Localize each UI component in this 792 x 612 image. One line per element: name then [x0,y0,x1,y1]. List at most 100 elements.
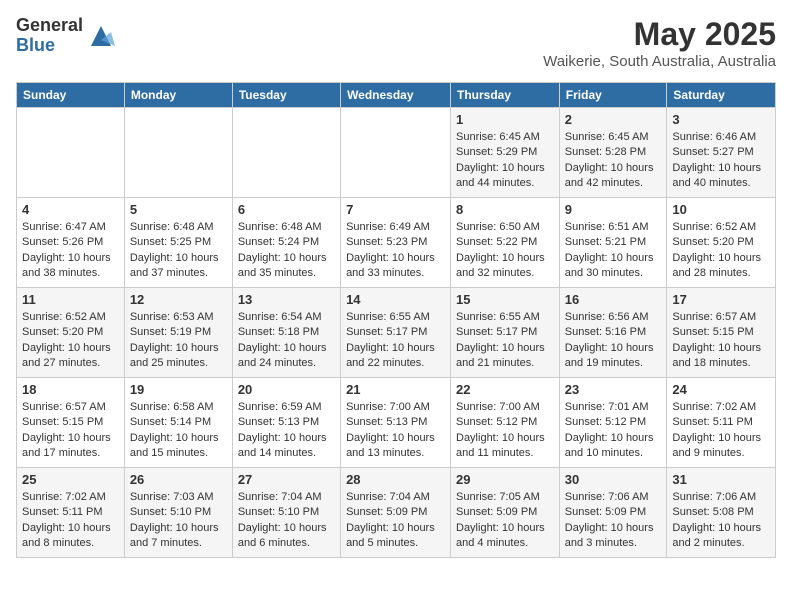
day-number: 1 [456,112,554,127]
day-info: Sunrise: 6:59 AMSunset: 5:13 PMDaylight:… [238,400,335,462]
day-cell: 5 Sunrise: 6:48 AMSunset: 5:25 PMDaylight… [124,198,232,288]
day-cell: 8 Sunrise: 6:50 AMSunset: 5:22 PMDaylight… [451,198,560,288]
day-info: Sunrise: 6:49 AMSunset: 5:23 PMDaylight:… [346,220,445,282]
day-number: 10 [672,202,770,217]
day-info: Sunrise: 7:02 AMSunset: 5:11 PMDaylight:… [672,400,770,462]
page-header: General Blue May 2025 Waikerie, South Au… [16,16,776,70]
day-number: 16 [565,292,662,307]
day-info: Sunrise: 6:48 AMSunset: 5:24 PMDaylight:… [238,220,335,282]
day-number: 22 [456,382,554,397]
day-cell: 26 Sunrise: 7:03 AMSunset: 5:10 PMDayligh… [124,468,232,558]
day-cell: 23Sunrise: 7:01 AMSunset: 5:12 PMDayligh… [559,378,667,468]
day-number: 27 [238,472,335,487]
week-row-3: 11 Sunrise: 6:52 AMSunset: 5:20 PMDayligh… [17,288,776,378]
day-cell: 9 Sunrise: 6:51 AMSunset: 5:21 PMDaylight… [559,198,667,288]
day-number: 24 [672,382,770,397]
day-cell: 19 Sunrise: 6:58 AMSunset: 5:14 PMDayligh… [124,378,232,468]
title-area: May 2025 Waikerie, South Australia, Aust… [543,16,776,70]
day-info: Sunrise: 7:02 AMSunset: 5:11 PMDaylight:… [22,490,119,552]
day-info: Sunrise: 7:05 AMSunset: 5:09 PMDaylight:… [456,490,554,552]
day-number: 21 [346,382,445,397]
day-cell: 2Sunrise: 6:45 AMSunset: 5:28 PMDaylight… [559,108,667,198]
day-info: Sunrise: 6:55 AMSunset: 5:17 PMDaylight:… [346,310,445,372]
logo-blue-text: Blue [16,36,83,56]
day-info: Sunrise: 7:06 AMSunset: 5:08 PMDaylight:… [672,490,770,552]
header-wednesday: Wednesday [341,83,451,108]
week-row-2: 4 Sunrise: 6:47 AMSunset: 5:26 PMDaylight… [17,198,776,288]
day-number: 6 [238,202,335,217]
day-info: Sunrise: 6:57 AMSunset: 5:15 PMDaylight:… [22,400,119,462]
week-row-1: 1 Sunrise: 6:45 AMSunset: 5:29 PMDaylight… [17,108,776,198]
day-number: 29 [456,472,554,487]
day-cell: 7Sunrise: 6:49 AMSunset: 5:23 PMDaylight… [341,198,451,288]
day-number: 26 [130,472,227,487]
day-info: Sunrise: 7:00 AMSunset: 5:13 PMDaylight:… [346,400,445,462]
day-info: Sunrise: 6:46 AMSunset: 5:27 PMDaylight:… [672,130,770,192]
day-number: 9 [565,202,662,217]
day-number: 19 [130,382,227,397]
day-cell: 21 Sunrise: 7:00 AMSunset: 5:13 PMDayligh… [341,378,451,468]
day-info: Sunrise: 6:58 AMSunset: 5:14 PMDaylight:… [130,400,227,462]
day-cell: 6 Sunrise: 6:48 AMSunset: 5:24 PMDaylight… [232,198,340,288]
day-info: Sunrise: 6:56 AMSunset: 5:16 PMDaylight:… [565,310,662,372]
day-number: 23 [565,382,662,397]
day-cell: 24 Sunrise: 7:02 AMSunset: 5:11 PMDayligh… [667,378,776,468]
week-row-5: 25 Sunrise: 7:02 AMSunset: 5:11 PMDayligh… [17,468,776,558]
day-cell: 14 Sunrise: 6:55 AMSunset: 5:17 PMDayligh… [341,288,451,378]
day-info: Sunrise: 6:52 AMSunset: 5:20 PMDaylight:… [672,220,770,282]
day-info: Sunrise: 6:51 AMSunset: 5:21 PMDaylight:… [565,220,662,282]
day-cell [232,108,340,198]
day-cell [341,108,451,198]
day-info: Sunrise: 6:45 AMSunset: 5:29 PMDaylight:… [456,130,554,192]
day-cell: 16 Sunrise: 6:56 AMSunset: 5:16 PMDayligh… [559,288,667,378]
day-cell: 31 Sunrise: 7:06 AMSunset: 5:08 PMDayligh… [667,468,776,558]
header-sunday: Sunday [17,83,125,108]
day-number: 25 [22,472,119,487]
day-number: 8 [456,202,554,217]
day-info: Sunrise: 6:50 AMSunset: 5:22 PMDaylight:… [456,220,554,282]
day-info: Sunrise: 6:57 AMSunset: 5:15 PMDaylight:… [672,310,770,372]
day-number: 4 [22,202,119,217]
day-cell: 13Sunrise: 6:54 AMSunset: 5:18 PMDayligh… [232,288,340,378]
day-cell: 10 Sunrise: 6:52 AMSunset: 5:20 PMDayligh… [667,198,776,288]
logo-general-text: General [16,16,83,36]
day-info: Sunrise: 7:04 AMSunset: 5:09 PMDaylight:… [346,490,445,552]
day-info: Sunrise: 6:48 AMSunset: 5:25 PMDaylight:… [130,220,227,282]
calendar-header-row: SundayMondayTuesdayWednesdayThursdayFrid… [17,83,776,108]
month-title: May 2025 [543,16,776,53]
day-info: Sunrise: 6:52 AMSunset: 5:20 PMDaylight:… [22,310,119,372]
day-info: Sunrise: 7:00 AMSunset: 5:12 PMDaylight:… [456,400,554,462]
day-cell: 25 Sunrise: 7:02 AMSunset: 5:11 PMDayligh… [17,468,125,558]
header-saturday: Saturday [667,83,776,108]
day-number: 3 [672,112,770,127]
day-number: 31 [672,472,770,487]
day-cell [124,108,232,198]
logo: General Blue [16,16,115,56]
day-cell: 15Sunrise: 6:55 AMSunset: 5:17 PMDayligh… [451,288,560,378]
day-cell: 30Sunrise: 7:06 AMSunset: 5:09 PMDayligh… [559,468,667,558]
day-cell: 1 Sunrise: 6:45 AMSunset: 5:29 PMDaylight… [451,108,560,198]
day-cell: 4 Sunrise: 6:47 AMSunset: 5:26 PMDaylight… [17,198,125,288]
day-info: Sunrise: 6:55 AMSunset: 5:17 PMDaylight:… [456,310,554,372]
day-cell: 29 Sunrise: 7:05 AMSunset: 5:09 PMDayligh… [451,468,560,558]
header-thursday: Thursday [451,83,560,108]
logo-icon [87,22,115,50]
day-info: Sunrise: 7:06 AMSunset: 5:09 PMDaylight:… [565,490,662,552]
day-info: Sunrise: 6:47 AMSunset: 5:26 PMDaylight:… [22,220,119,282]
day-number: 12 [130,292,227,307]
day-number: 11 [22,292,119,307]
day-cell: 3 Sunrise: 6:46 AMSunset: 5:27 PMDaylight… [667,108,776,198]
day-cell: 28Sunrise: 7:04 AMSunset: 5:09 PMDayligh… [341,468,451,558]
day-cell [17,108,125,198]
day-info: Sunrise: 7:03 AMSunset: 5:10 PMDaylight:… [130,490,227,552]
day-info: Sunrise: 6:53 AMSunset: 5:19 PMDaylight:… [130,310,227,372]
calendar-table: SundayMondayTuesdayWednesdayThursdayFrid… [16,82,776,558]
day-info: Sunrise: 7:04 AMSunset: 5:10 PMDaylight:… [238,490,335,552]
header-friday: Friday [559,83,667,108]
day-cell: 27 Sunrise: 7:04 AMSunset: 5:10 PMDayligh… [232,468,340,558]
header-monday: Monday [124,83,232,108]
day-number: 5 [130,202,227,217]
day-number: 14 [346,292,445,307]
day-info: Sunrise: 6:54 AMSunset: 5:18 PMDaylight:… [238,310,335,372]
day-cell: 20Sunrise: 6:59 AMSunset: 5:13 PMDayligh… [232,378,340,468]
